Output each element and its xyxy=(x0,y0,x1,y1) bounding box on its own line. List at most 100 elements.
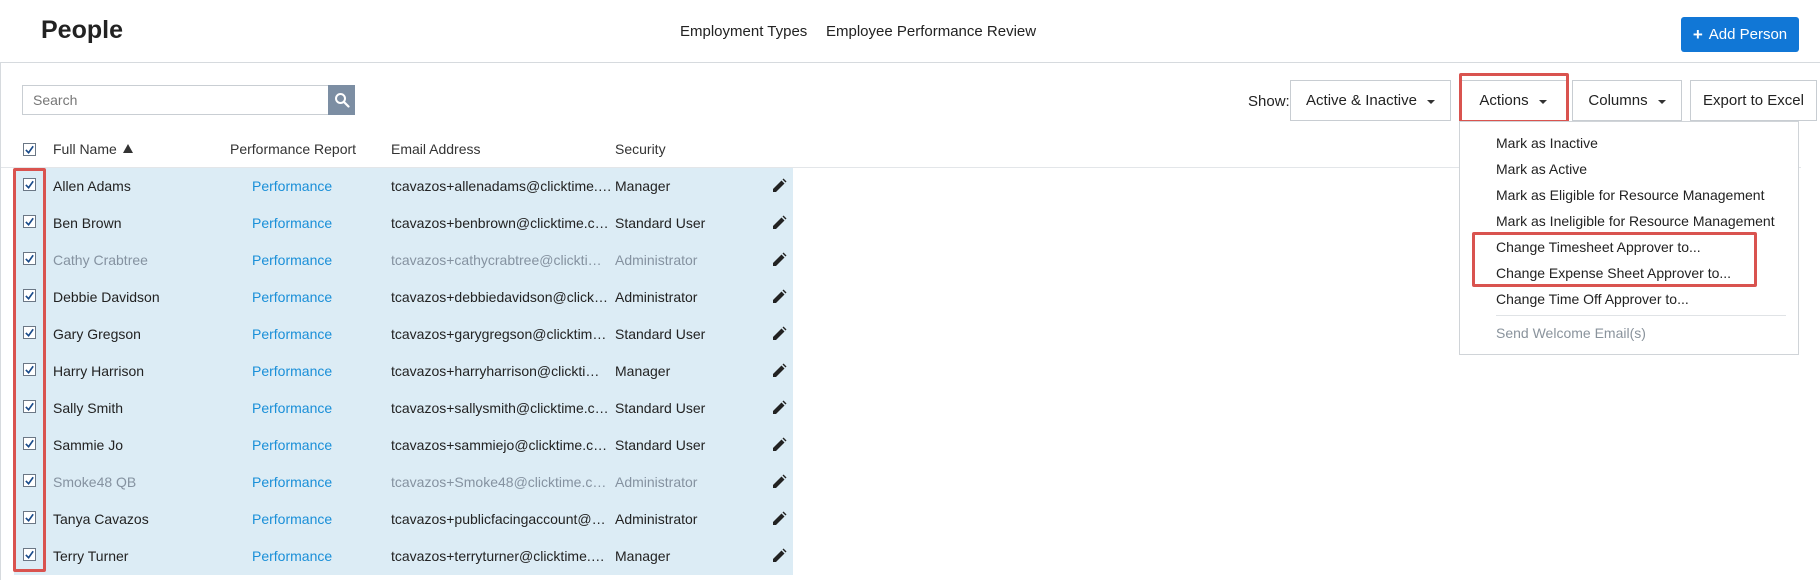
table-row[interactable]: Harry Harrison Performance tcavazos+harryh… xyxy=(14,353,793,390)
chevron-down-icon xyxy=(1426,100,1435,104)
row-checkbox[interactable] xyxy=(23,326,36,339)
pencil-edit-icon[interactable] xyxy=(771,400,787,416)
pencil-edit-icon[interactable] xyxy=(771,178,787,194)
full-name-cell: Smoke48 QB xyxy=(53,474,137,490)
performance-link[interactable]: Performance xyxy=(252,511,332,527)
performance-review-link[interactable]: Employee Performance Review xyxy=(826,23,1036,40)
full-name-cell: Terry Turner xyxy=(53,548,129,564)
pencil-edit-icon[interactable] xyxy=(771,511,787,527)
menu-item[interactable]: Mark as Eligible for Resource Management xyxy=(1496,187,1764,203)
column-header-full-name[interactable]: Full Name xyxy=(53,141,133,157)
pencil-edit-icon[interactable] xyxy=(771,474,787,490)
table-row[interactable]: Ben Brown Performance tcavazos+benbrown@cl… xyxy=(14,205,793,242)
menu-item[interactable]: Change Time Off Approver to... xyxy=(1496,291,1689,307)
row-checkbox[interactable] xyxy=(23,252,36,265)
actions-label: Actions xyxy=(1479,92,1529,109)
pencil-edit-icon[interactable] xyxy=(771,252,787,268)
add-person-button[interactable]: + Add Person xyxy=(1681,17,1799,52)
menu-item[interactable]: Mark as Inactive xyxy=(1496,135,1598,151)
select-all-checkbox[interactable] xyxy=(23,143,36,156)
performance-link[interactable]: Performance xyxy=(252,363,332,379)
security-cell: Standard User xyxy=(615,215,706,231)
table-row[interactable]: Allen Adams Performance tcavazos+allenadam… xyxy=(14,168,793,205)
pencil-edit-icon[interactable] xyxy=(771,289,787,305)
column-header-email[interactable]: Email Address xyxy=(391,141,480,157)
table-row[interactable]: Terry Turner Performance tcavazos+terrytur… xyxy=(14,538,793,575)
checkmark-icon xyxy=(25,254,34,263)
add-person-label: Add Person xyxy=(1708,26,1788,43)
checkmark-icon xyxy=(25,217,34,226)
row-checkbox[interactable] xyxy=(23,178,36,191)
table-row[interactable]: Cathy Crabtree Performance tcavazos+cathyc… xyxy=(14,242,793,279)
full-name-cell: Cathy Crabtree xyxy=(53,252,148,268)
menu-item[interactable]: Mark as Ineligible for Resource Manageme… xyxy=(1496,213,1775,229)
table-row[interactable]: Smoke48 QB Performance tcavazos+Smoke48@cl… xyxy=(14,464,793,501)
show-label: Show: xyxy=(1248,93,1290,110)
email-cell: tcavazos+harryharrison@clickti… xyxy=(391,363,600,379)
menu-divider xyxy=(1496,315,1786,316)
table-row[interactable]: Sammie Jo Performance tcavazos+sammiejo@cl… xyxy=(14,427,793,464)
row-checkbox[interactable] xyxy=(23,437,36,450)
table-row[interactable]: Debbie Davidson Performance tcavazos+debbi… xyxy=(14,279,793,316)
security-cell: Manager xyxy=(615,178,671,194)
performance-link[interactable]: Performance xyxy=(252,252,332,268)
status-filter-dropdown[interactable]: Active & Inactive xyxy=(1290,80,1451,121)
full-name-header-label: Full Name xyxy=(53,141,117,157)
row-checkbox[interactable] xyxy=(23,400,36,413)
table-row[interactable]: Tanya Cavazos Performance tcavazos+publicf… xyxy=(14,501,793,538)
email-cell: tcavazos+sammiejo@clicktime.c… xyxy=(391,437,608,453)
performance-link[interactable]: Performance xyxy=(252,215,332,231)
checkmark-icon xyxy=(25,145,34,154)
chevron-down-icon xyxy=(1538,100,1547,104)
checkmark-icon xyxy=(25,439,34,448)
performance-link[interactable]: Performance xyxy=(252,289,332,305)
actions-dropdown-button[interactable]: Actions xyxy=(1459,80,1567,121)
checkmark-icon xyxy=(25,513,34,522)
pencil-edit-icon[interactable] xyxy=(771,215,787,231)
full-name-cell: Tanya Cavazos xyxy=(53,511,149,527)
menu-item[interactable]: Change Timesheet Approver to... xyxy=(1496,239,1701,255)
row-checkbox[interactable] xyxy=(23,215,36,228)
performance-link[interactable]: Performance xyxy=(252,474,332,490)
security-cell: Administrator xyxy=(615,474,698,490)
pencil-edit-icon[interactable] xyxy=(771,363,787,379)
pencil-edit-icon[interactable] xyxy=(771,548,787,564)
performance-link[interactable]: Performance xyxy=(252,548,332,564)
column-header-performance-report[interactable]: Performance Report xyxy=(230,141,356,157)
performance-link[interactable]: Performance xyxy=(252,400,332,416)
email-cell: tcavazos+allenadams@clicktime.… xyxy=(391,178,612,194)
row-checkbox[interactable] xyxy=(23,511,36,524)
column-header-security[interactable]: Security xyxy=(615,141,666,157)
search-button[interactable] xyxy=(328,85,355,115)
export-label: Export to Excel xyxy=(1703,92,1804,109)
menu-item: Send Welcome Email(s) xyxy=(1496,325,1646,341)
full-name-cell: Allen Adams xyxy=(53,178,131,194)
table-row[interactable]: Gary Gregson Performance tcavazos+garygreg… xyxy=(14,316,793,353)
performance-link[interactable]: Performance xyxy=(252,326,332,342)
menu-item[interactable]: Mark as Active xyxy=(1496,161,1587,177)
checkmark-icon xyxy=(25,550,34,559)
row-checkbox[interactable] xyxy=(23,363,36,376)
performance-link[interactable]: Performance xyxy=(252,178,332,194)
export-to-excel-button[interactable]: Export to Excel xyxy=(1690,80,1817,121)
menu-item[interactable]: Change Expense Sheet Approver to... xyxy=(1496,265,1731,281)
employment-types-link[interactable]: Employment Types xyxy=(680,23,807,40)
performance-link[interactable]: Performance xyxy=(252,437,332,453)
pencil-edit-icon[interactable] xyxy=(771,326,787,342)
checkmark-icon xyxy=(25,402,34,411)
email-cell: tcavazos+debbiedavidson@click… xyxy=(391,289,608,305)
table-row[interactable]: Sally Smith Performance tcavazos+sallysmit… xyxy=(14,390,793,427)
pencil-edit-icon[interactable] xyxy=(771,437,787,453)
row-checkbox[interactable] xyxy=(23,289,36,302)
email-cell: tcavazos+benbrown@clicktime.c… xyxy=(391,215,609,231)
full-name-cell: Debbie Davidson xyxy=(53,289,160,305)
email-cell: tcavazos+Smoke48@clicktime.c… xyxy=(391,474,607,490)
columns-dropdown-button[interactable]: Columns xyxy=(1572,80,1682,121)
search-input[interactable] xyxy=(22,85,328,115)
full-name-cell: Harry Harrison xyxy=(53,363,145,379)
search-icon xyxy=(334,93,350,108)
page-title: People xyxy=(41,16,123,44)
security-cell: Manager xyxy=(615,548,671,564)
row-checkbox[interactable] xyxy=(23,548,36,561)
row-checkbox[interactable] xyxy=(23,474,36,487)
